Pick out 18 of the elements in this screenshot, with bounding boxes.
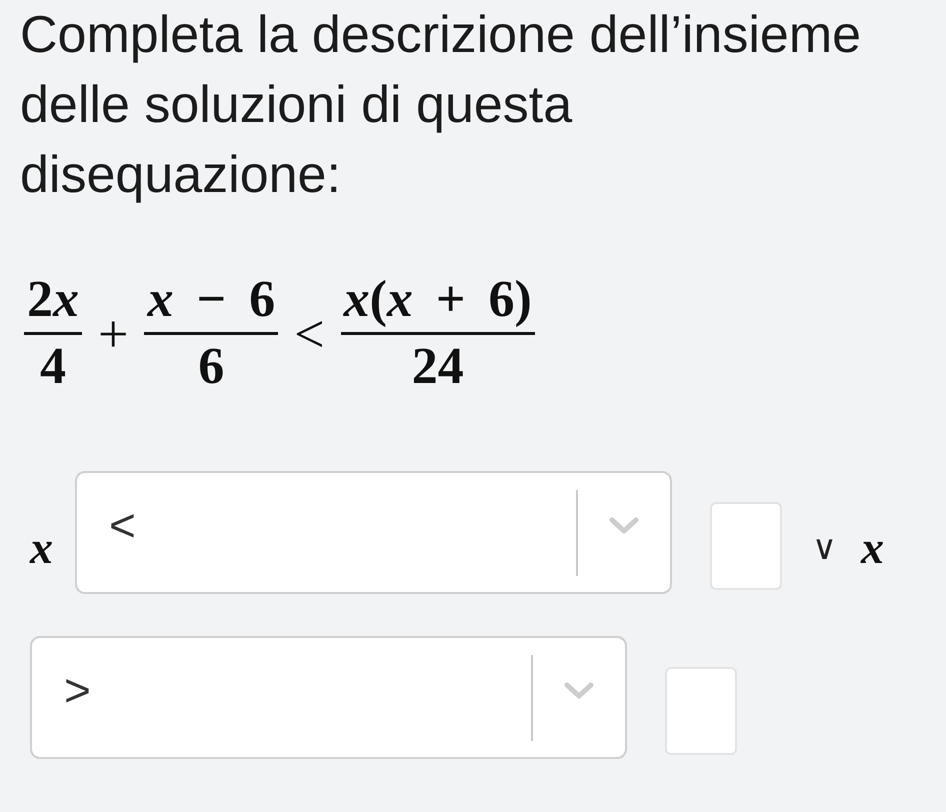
math-operator: + <box>98 306 128 362</box>
dropdown[interactable]: > <box>30 636 627 759</box>
dropdown[interactable]: < <box>75 471 672 594</box>
fraction-denominator: 24 <box>410 339 465 395</box>
chevron-down-icon <box>564 682 594 700</box>
fraction-denominator: 6 <box>197 339 226 395</box>
chevron-down-icon <box>609 516 639 534</box>
math-operator: < <box>294 306 325 362</box>
question-text: Completa la descrizione dell’insieme delle soluzioni di questa disequazione: <box>20 5 862 206</box>
answer-box[interactable] <box>665 667 737 755</box>
answer-box[interactable] <box>710 502 782 590</box>
fraction-numerator: x − 6 <box>146 272 276 328</box>
math-variable: x <box>30 526 53 570</box>
math-variable: x <box>861 526 884 570</box>
logical-or-symbol: ∨ <box>812 528 837 568</box>
fraction-denominator: 4 <box>39 339 67 395</box>
fraction-numerator: 2x <box>26 272 80 328</box>
fraction-numerator: x(x + 6) <box>342 272 533 328</box>
